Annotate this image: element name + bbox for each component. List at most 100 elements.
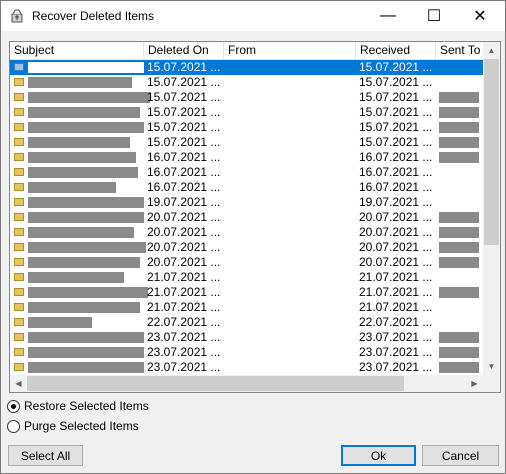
- deleted-on-cell: 21.07.2021 ...: [147, 285, 221, 299]
- subject-redacted: [28, 77, 132, 88]
- table-row[interactable]: 21.07.2021 ... 21.07.2021 ...: [10, 270, 483, 285]
- folder-icon: [14, 153, 24, 161]
- subject-redacted: [28, 122, 144, 133]
- horizontal-scrollbar[interactable]: ◀ ▶: [10, 375, 483, 392]
- sent-to-redacted: [439, 287, 479, 298]
- table-row[interactable]: 20.07.2021 ... 20.07.2021 ...: [10, 255, 483, 270]
- table-row[interactable]: 16.07.2021 ... 16.07.2021 ...: [10, 150, 483, 165]
- table-row[interactable]: 16.07.2021 ... 16.07.2021 ...: [10, 180, 483, 195]
- vertical-scrollbar[interactable]: ▲ ▼: [483, 42, 500, 375]
- folder-icon: [14, 303, 24, 311]
- purge-label: Purge Selected Items: [24, 419, 139, 433]
- folder-icon: [14, 78, 24, 86]
- scroll-down-arrow-icon[interactable]: ▼: [483, 358, 500, 375]
- subject-redacted: [28, 287, 148, 298]
- folder-icon: [14, 138, 24, 146]
- deleted-on-cell: 23.07.2021 ...: [147, 345, 221, 359]
- deleted-items-list[interactable]: Subject Deleted On From Received Sent To…: [9, 41, 501, 393]
- cancel-button[interactable]: Cancel: [422, 445, 499, 466]
- received-cell: 20.07.2021 ...: [359, 255, 433, 269]
- sent-to-redacted: [439, 137, 479, 148]
- restore-option[interactable]: Restore Selected Items: [7, 397, 149, 415]
- minimize-icon: —: [380, 7, 396, 24]
- purge-option[interactable]: Purge Selected Items: [7, 417, 139, 435]
- subject-redacted: [28, 227, 134, 238]
- column-header-subject[interactable]: Subject: [10, 42, 144, 59]
- folder-icon: [14, 333, 24, 341]
- folder-icon: [14, 228, 24, 236]
- table-row[interactable]: 15.07.2021 ... 15.07.2021 ...: [10, 60, 483, 75]
- table-row[interactable]: 21.07.2021 ... 21.07.2021 ...: [10, 300, 483, 315]
- maximize-button[interactable]: ☐: [411, 1, 457, 31]
- sent-to-redacted: [439, 107, 479, 118]
- table-row[interactable]: 20.07.2021 ... 20.07.2021 ...: [10, 210, 483, 225]
- received-cell: 21.07.2021 ...: [359, 285, 433, 299]
- restore-radio[interactable]: [7, 399, 20, 413]
- folder-icon: [14, 108, 24, 116]
- table-row[interactable]: 15.07.2021 ... 15.07.2021 ...: [10, 105, 483, 120]
- deleted-on-cell: 20.07.2021 ...: [147, 255, 221, 269]
- table-row[interactable]: 23.07.2021 ... 23.07.2021 ...: [10, 360, 483, 375]
- vertical-scroll-thumb[interactable]: [484, 59, 499, 245]
- folder-icon: [14, 168, 24, 176]
- scroll-left-arrow-icon[interactable]: ◀: [10, 375, 27, 392]
- folder-icon: [14, 258, 24, 266]
- received-cell: 16.07.2021 ...: [359, 150, 433, 164]
- deleted-on-cell: 20.07.2021 ...: [147, 240, 221, 254]
- recover-items-icon: [11, 9, 23, 23]
- table-row[interactable]: 23.07.2021 ... 23.07.2021 ...: [10, 345, 483, 360]
- received-cell: 20.07.2021 ...: [359, 225, 433, 239]
- received-cell: 23.07.2021 ...: [359, 360, 433, 374]
- folder-icon: [14, 273, 24, 281]
- received-cell: 20.07.2021 ...: [359, 210, 433, 224]
- column-header-deleted-on[interactable]: Deleted On: [144, 42, 224, 59]
- deleted-on-cell: 23.07.2021 ...: [147, 360, 221, 374]
- folder-icon: [14, 123, 24, 131]
- table-row[interactable]: 21.07.2021 ... 21.07.2021 ...: [10, 285, 483, 300]
- table-row[interactable]: 23.07.2021 ... 23.07.2021 ...: [10, 330, 483, 345]
- received-cell: 21.07.2021 ...: [359, 300, 433, 314]
- folder-icon: [14, 183, 24, 191]
- table-row[interactable]: 15.07.2021 ... 15.07.2021 ...: [10, 120, 483, 135]
- sent-to-redacted: [439, 212, 479, 223]
- table-row[interactable]: 20.07.2021 ... 20.07.2021 ...: [10, 240, 483, 255]
- minimize-button[interactable]: —: [365, 1, 411, 31]
- folder-icon: [14, 93, 24, 101]
- deleted-on-cell: 15.07.2021 ...: [147, 60, 221, 74]
- close-button[interactable]: ✕: [457, 1, 503, 31]
- column-header-from[interactable]: From: [224, 42, 356, 59]
- folder-icon: [14, 348, 24, 356]
- folder-icon: [14, 198, 24, 206]
- deleted-on-cell: 22.07.2021 ...: [147, 315, 221, 329]
- table-row[interactable]: 16.07.2021 ... 16.07.2021 ...: [10, 165, 483, 180]
- scroll-right-arrow-icon[interactable]: ▶: [466, 375, 483, 392]
- subject-redacted: [28, 137, 130, 148]
- received-cell: 19.07.2021 ...: [359, 195, 433, 209]
- column-header-sent-to[interactable]: Sent To: [436, 42, 483, 59]
- table-row[interactable]: 19.07.2021 ... 19.07.2021 ...: [10, 195, 483, 210]
- deleted-on-cell: 20.07.2021 ...: [147, 210, 221, 224]
- scroll-up-arrow-icon[interactable]: ▲: [483, 42, 500, 59]
- table-row[interactable]: 20.07.2021 ... 20.07.2021 ...: [10, 225, 483, 240]
- subject-redacted: [28, 362, 144, 373]
- close-icon: ✕: [473, 8, 487, 25]
- table-row[interactable]: 15.07.2021 ... 15.07.2021 ...: [10, 75, 483, 90]
- folder-icon: [14, 318, 24, 326]
- table-row[interactable]: 22.07.2021 ... 22.07.2021 ...: [10, 315, 483, 330]
- deleted-on-cell: 15.07.2021 ...: [147, 75, 221, 89]
- subject-redacted: [28, 302, 140, 313]
- horizontal-scroll-thumb[interactable]: [27, 376, 404, 391]
- deleted-on-cell: 21.07.2021 ...: [147, 270, 221, 284]
- subject-redacted: [28, 92, 150, 103]
- sent-to-redacted: [439, 227, 479, 238]
- table-row[interactable]: 15.07.2021 ... 15.07.2021 ...: [10, 90, 483, 105]
- select-all-button[interactable]: Select All: [8, 445, 83, 466]
- column-header-received[interactable]: Received: [356, 42, 436, 59]
- table-row[interactable]: 15.07.2021 ... 15.07.2021 ...: [10, 135, 483, 150]
- deleted-on-cell: 15.07.2021 ...: [147, 90, 221, 104]
- deleted-on-cell: 15.07.2021 ...: [147, 135, 221, 149]
- received-cell: 15.07.2021 ...: [359, 90, 433, 104]
- purge-radio[interactable]: [7, 419, 20, 433]
- ok-button[interactable]: Ok: [341, 445, 416, 466]
- received-cell: 15.07.2021 ...: [359, 75, 433, 89]
